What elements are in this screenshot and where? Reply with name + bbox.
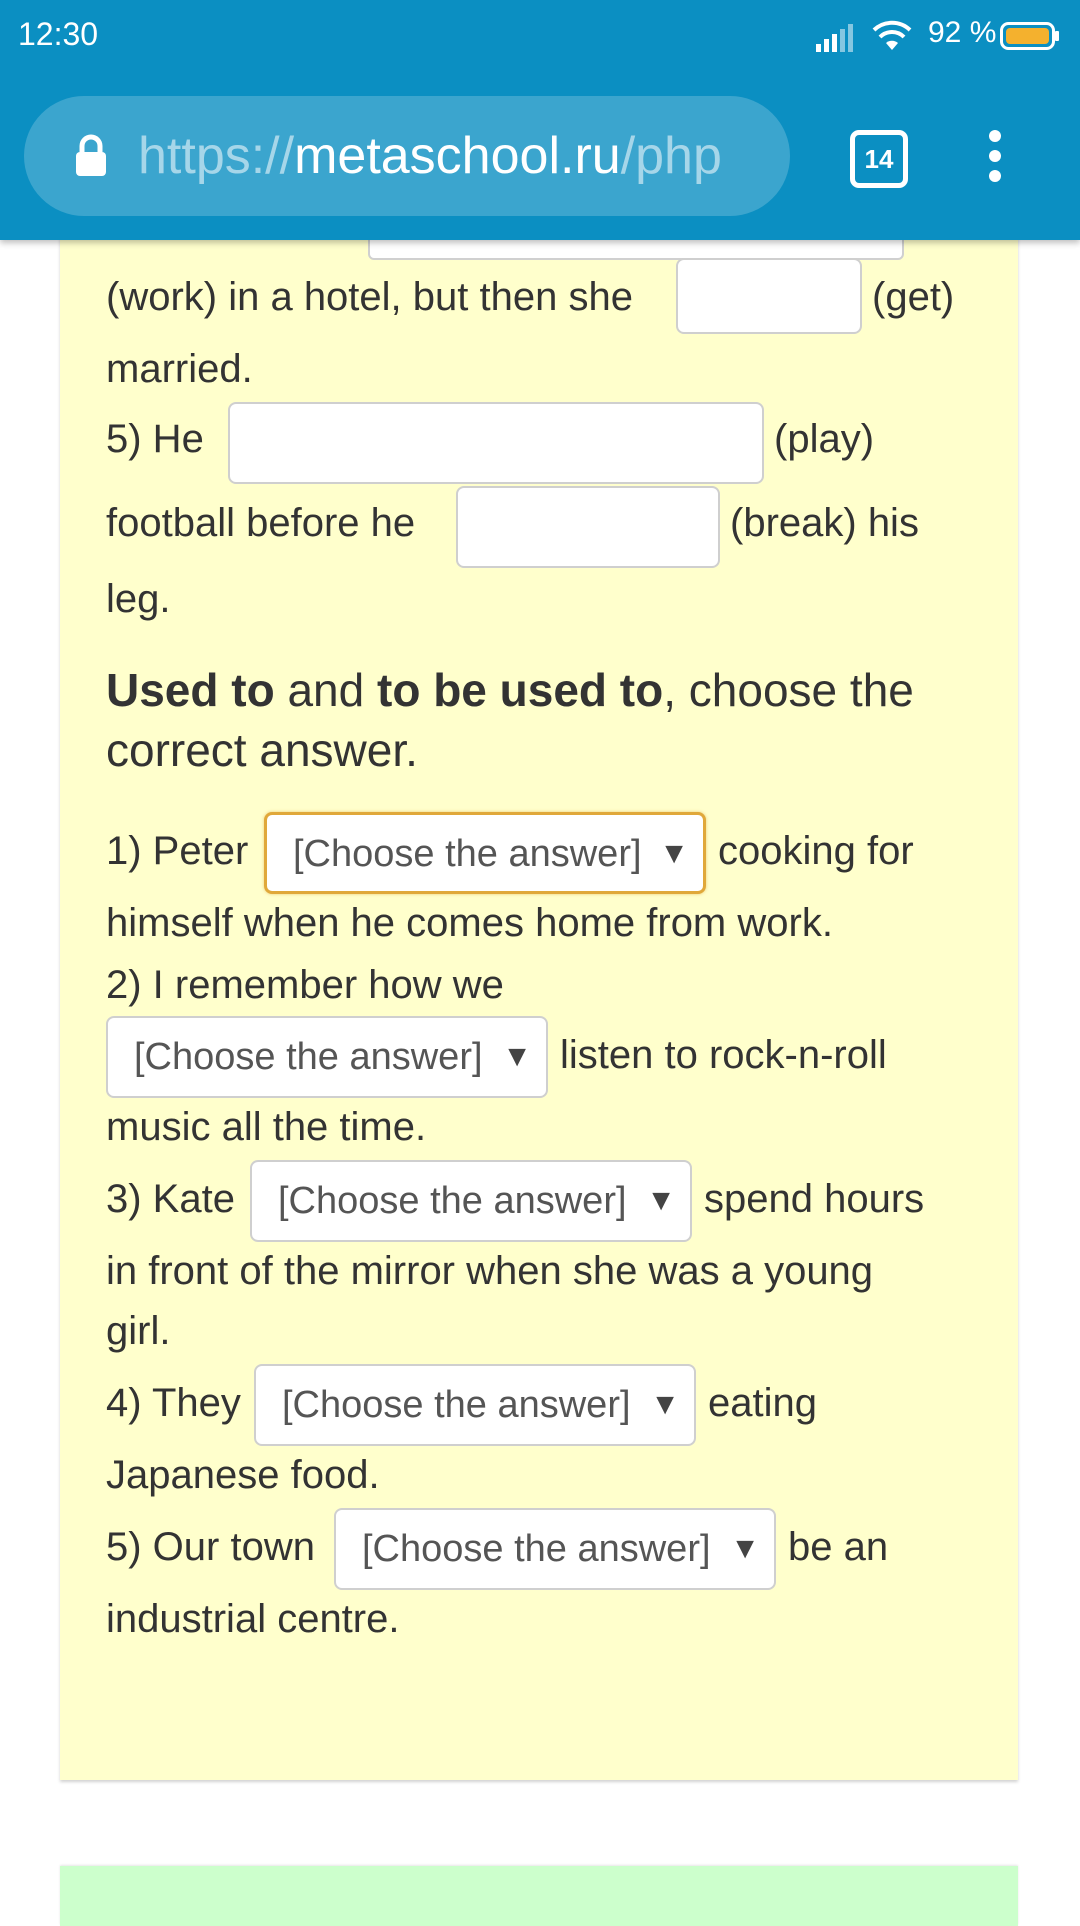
question-text: himself when he comes home from work. (106, 901, 833, 945)
url-host: metaschool.ru (294, 127, 621, 185)
question-text: in front of the mirror when she was a yo… (106, 1249, 874, 1293)
dropdown-arrow-icon: ▼ (502, 1040, 532, 1073)
select-value: [Choose the answer] (134, 1036, 483, 1078)
url-text: https://metaschool.ru/php (138, 120, 788, 192)
exercise-text: (work) in a hotel, but then she (106, 275, 633, 319)
wifi-icon (872, 20, 912, 50)
exercise-text: 5) He (106, 417, 204, 461)
exercise-text: (play) (774, 417, 875, 461)
question-text: 4) They (106, 1381, 241, 1425)
select-value: [Choose the answer] (282, 1384, 631, 1426)
url-path: /php (620, 127, 722, 185)
exercise-text: leg. (106, 577, 171, 621)
heading-text: and (274, 664, 377, 716)
tab-switcher-button[interactable]: 14 (850, 130, 908, 188)
heading-text: correct answer. (106, 724, 418, 776)
answer-select-2[interactable]: [Choose the answer] ▼ (106, 1016, 548, 1098)
answer-select-3[interactable]: [Choose the answer] ▼ (250, 1160, 692, 1242)
dropdown-arrow-icon: ▼ (646, 1184, 676, 1217)
question-text: music all the time. (106, 1105, 427, 1149)
question-text: girl. (106, 1309, 171, 1353)
question-text: Japanese food. (106, 1453, 380, 1497)
section-heading: Used to and to be used to, choose the co… (106, 660, 914, 780)
battery-icon (1000, 22, 1059, 50)
status-bar: 12:30 92 % (0, 0, 1080, 76)
question-text: cooking for (718, 829, 914, 873)
select-value: [Choose the answer] (293, 833, 642, 875)
select-value: [Choose the answer] (362, 1528, 711, 1570)
dropdown-arrow-icon: ▼ (730, 1532, 760, 1565)
url-scheme: https:// (138, 127, 295, 185)
signal-icon (816, 24, 853, 52)
heading-bold-to-be-used-to: to be used to (377, 664, 664, 716)
answer-select-1[interactable]: [Choose the answer] ▼ (264, 812, 706, 894)
lock-icon (76, 134, 106, 176)
answer-input-get[interactable] (676, 258, 862, 334)
status-time: 12:30 (18, 16, 99, 52)
exercise-text: football before he (106, 501, 416, 545)
question-text: industrial centre. (106, 1597, 400, 1641)
question-text: listen to rock-n-roll (560, 1033, 887, 1077)
heading-bold-used-to: Used to (106, 664, 275, 716)
next-exercise-card (60, 1866, 1018, 1926)
question-text: be an (788, 1525, 889, 1569)
question-text: 3) Kate (106, 1177, 235, 1221)
question-text: 1) Peter (106, 829, 249, 873)
dropdown-arrow-icon: ▼ (659, 837, 689, 870)
question-text: spend hours (704, 1177, 925, 1221)
select-value: [Choose the answer] (278, 1180, 627, 1222)
heading-text: , choose the (663, 664, 914, 716)
exercise-text: married. (106, 347, 253, 391)
overflow-menu-icon[interactable] (980, 128, 1010, 188)
exercise-text: (break) his (730, 501, 919, 545)
exercise-text: (get) (872, 275, 955, 319)
answer-select-4[interactable]: [Choose the answer] ▼ (254, 1364, 696, 1446)
question-text: 5) Our town (106, 1525, 315, 1569)
browser-chrome: 12:30 92 % https://metaschool.ru/php 14 (0, 0, 1080, 240)
battery-percent: 92 % (928, 16, 997, 49)
question-text: eating (708, 1381, 817, 1425)
question-text: 2) I remember how we (106, 963, 504, 1007)
address-bar[interactable]: https://metaschool.ru/php (24, 96, 790, 216)
answer-input-play[interactable] (228, 402, 764, 484)
answer-select-5[interactable]: [Choose the answer] ▼ (334, 1508, 776, 1590)
dropdown-arrow-icon: ▼ (650, 1388, 680, 1421)
answer-input-break[interactable] (456, 486, 720, 568)
